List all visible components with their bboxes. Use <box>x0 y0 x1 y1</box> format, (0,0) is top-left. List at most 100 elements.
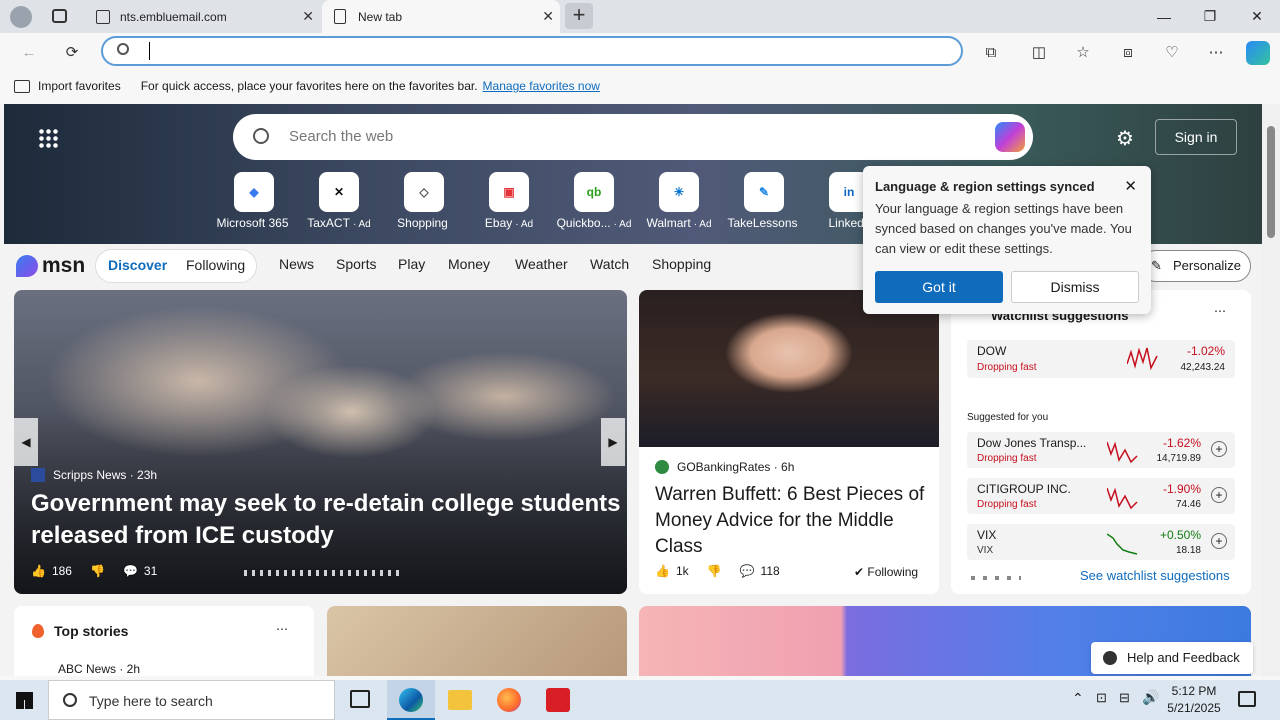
wifi-icon[interactable]: ⊟ <box>1119 690 1130 706</box>
clock[interactable]: 5:12 PM 5/21/2025 <box>1166 683 1222 717</box>
quicklink-1[interactable]: ✕ TaxACT · Ad <box>297 172 381 230</box>
nav-play[interactable]: Play <box>398 256 425 272</box>
following-label: Following <box>867 565 919 579</box>
got-it-button[interactable]: Got it <box>875 271 1003 303</box>
profile-icon[interactable] <box>10 6 32 28</box>
help-feedback-button[interactable]: Help and Feedback <box>1091 642 1253 674</box>
more-icon[interactable]: ⋯ <box>1205 41 1227 63</box>
dow-row[interactable]: DOW Dropping fast -1.02% 42,243.24 <box>967 340 1235 378</box>
tab-new-tab[interactable]: New tab ✕ <box>322 0 560 33</box>
tab-title: New tab <box>358 9 403 24</box>
web-search-input[interactable]: Search the web <box>289 128 393 145</box>
hero-headline[interactable]: Government may seek to re-detain college… <box>31 488 621 552</box>
quicklink-6[interactable]: ✎ TakeLessons <box>722 172 806 230</box>
prev-arrow-icon[interactable]: ◀ <box>14 418 38 466</box>
acrobat-icon[interactable] <box>546 688 570 712</box>
quicklink-3[interactable]: ▣ Ebay · Ad <box>467 172 551 230</box>
collections-icon[interactable]: ⧈ <box>1117 41 1139 63</box>
card-source: GOBankingRates · 6h <box>655 460 794 474</box>
performance-icon[interactable]: ♡ <box>1161 41 1183 63</box>
manage-favorites-link[interactable]: Manage favorites now <box>483 79 600 93</box>
sign-in-button[interactable]: Sign in <box>1155 119 1237 155</box>
msn-logo[interactable]: msn <box>16 252 85 280</box>
watchlist-row[interactable]: CITIGROUP INC. Dropping fast -1.90% 74.46 + <box>967 478 1235 514</box>
close-icon[interactable]: ✕ <box>1124 177 1137 195</box>
abc-source[interactable]: ABC News · 2h <box>58 662 140 676</box>
firefox-icon[interactable] <box>497 688 521 712</box>
like-icon[interactable]: 👍 <box>31 564 46 578</box>
quicklink-0[interactable]: ◆ Microsoft 365 <box>212 172 296 230</box>
copilot-icon[interactable] <box>995 122 1025 152</box>
pager-dots[interactable] <box>971 576 1021 580</box>
minimize-button[interactable]: — <box>1141 0 1187 33</box>
dislike-icon[interactable]: 👎 <box>707 564 722 578</box>
address-input[interactable] <box>149 42 749 60</box>
hero-news-card[interactable]: ◀ ▶ Scripps News · 23h Government may se… <box>14 290 627 594</box>
nav-shopping[interactable]: Shopping <box>652 256 711 272</box>
comment-icon[interactable]: 💬 <box>123 564 138 578</box>
apps-grid-icon[interactable] <box>38 128 58 148</box>
personalize-button[interactable]: ✎ Personalize <box>1140 250 1251 282</box>
nav-money[interactable]: Money <box>448 256 490 272</box>
tab-embluemail[interactable]: nts.embluemail.com ✕ <box>84 0 320 33</box>
split-screen-icon[interactable]: ◫ <box>1028 41 1050 63</box>
more-options-icon[interactable]: ⋯ <box>1214 304 1226 318</box>
quicklink-5[interactable]: ✳ Walmart · Ad <box>637 172 721 230</box>
following-badge[interactable]: ✔ Following <box>854 565 918 579</box>
add-icon[interactable]: + <box>1211 441 1227 457</box>
nav-sports[interactable]: Sports <box>336 256 376 272</box>
nav-watch[interactable]: Watch <box>590 256 629 272</box>
like-icon[interactable]: 👍 <box>655 564 670 578</box>
close-tab-icon[interactable]: ✕ <box>542 8 554 25</box>
scrollbar[interactable] <box>1262 104 1280 676</box>
back-icon[interactable]: ← <box>18 41 40 63</box>
new-tab-button[interactable]: + <box>565 3 593 29</box>
favorites-icon[interactable]: ☆ <box>1072 41 1094 63</box>
buffett-headline[interactable]: Warren Buffett: 6 Best Pieces of Money A… <box>655 482 930 560</box>
tab-actions-icon[interactable] <box>52 9 67 23</box>
quicklink-2[interactable]: ◇ Shopping <box>382 172 466 230</box>
comment-icon[interactable]: 💬 <box>740 564 755 578</box>
quicklink-4[interactable]: qb Quickbo... · Ad <box>552 172 636 230</box>
stock-name: Dow Jones Transp... <box>977 436 1087 450</box>
page-icon <box>96 9 110 24</box>
extensions-icon[interactable]: ⧉ <box>980 41 1002 63</box>
import-icon <box>14 79 30 93</box>
close-window-button[interactable]: ✕ <box>1234 0 1280 33</box>
file-explorer-icon[interactable] <box>448 690 472 710</box>
tab-discover[interactable]: Discover <box>108 257 167 273</box>
omnibox[interactable] <box>101 36 963 66</box>
more-options-icon[interactable]: ⋯ <box>276 622 288 636</box>
taskbar-search[interactable]: Type here to search <box>48 680 335 720</box>
tab-following[interactable]: Following <box>186 257 245 273</box>
nav-news[interactable]: News <box>279 256 314 272</box>
carousel-dots[interactable] <box>244 570 404 576</box>
nav-weather[interactable]: Weather <box>515 256 568 272</box>
volume-icon[interactable]: 🔊 <box>1142 689 1159 706</box>
news-thumbnail-card[interactable] <box>327 606 627 676</box>
copilot-icon[interactable] <box>1246 41 1270 65</box>
restore-button[interactable]: ❐ <box>1187 0 1233 33</box>
dislike-icon[interactable]: 👎 <box>90 564 105 578</box>
gear-icon[interactable]: ⚙ <box>1116 126 1134 151</box>
watchlist-row[interactable]: VIX VIX +0.50% 18.18 + <box>967 524 1235 560</box>
tray-chevron-icon[interactable]: ⌃ <box>1072 690 1084 707</box>
scrollbar-thumb[interactable] <box>1267 126 1275 238</box>
import-favorites-link[interactable]: Import favorites <box>38 79 121 93</box>
see-watchlist-link[interactable]: See watchlist suggestions <box>1080 568 1230 583</box>
web-search-box[interactable]: Search the web <box>233 114 1033 160</box>
windows-start-icon[interactable] <box>16 692 33 709</box>
task-view-icon[interactable] <box>350 690 370 708</box>
add-icon[interactable]: + <box>1211 487 1227 503</box>
close-tab-icon[interactable]: ✕ <box>302 8 314 25</box>
edge-taskbar-icon[interactable] <box>387 680 435 720</box>
refresh-icon[interactable]: ⟳ <box>61 41 83 63</box>
watchlist-row[interactable]: Dow Jones Transp... Dropping fast -1.62% 14… <box>967 432 1235 468</box>
add-icon[interactable]: + <box>1211 533 1227 549</box>
next-arrow-icon[interactable]: ▶ <box>601 418 625 466</box>
network-icon[interactable]: ⊡ <box>1096 690 1107 706</box>
search-icon <box>63 693 77 707</box>
buffett-news-card[interactable]: GOBankingRates · 6h Warren Buffett: 6 Be… <box>639 290 939 594</box>
dismiss-button[interactable]: Dismiss <box>1011 271 1139 303</box>
notifications-icon[interactable] <box>1238 691 1256 707</box>
